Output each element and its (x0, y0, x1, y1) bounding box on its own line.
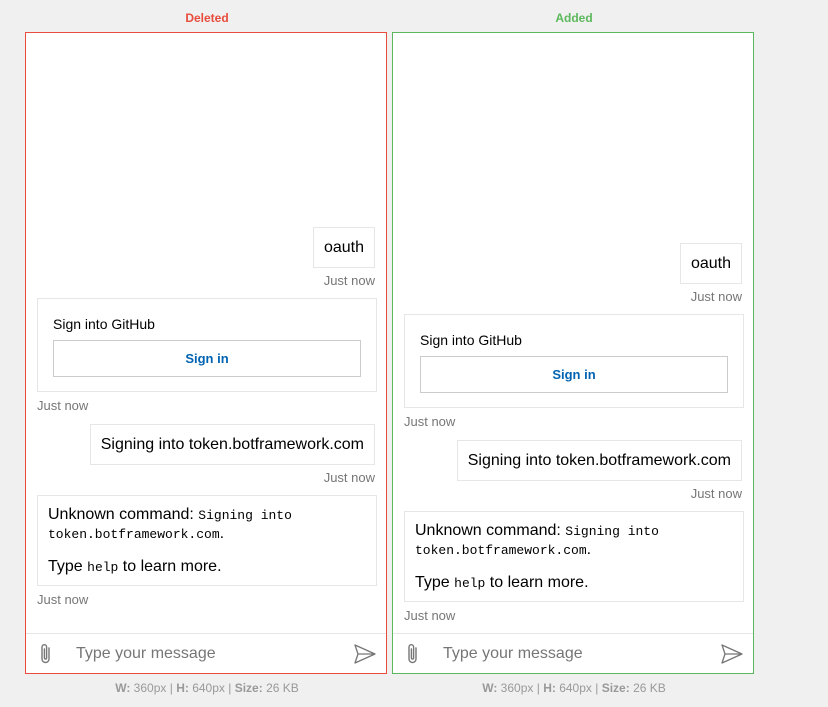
separator: | (166, 681, 177, 695)
bot-text: . (219, 525, 225, 542)
timestamp: Just now (404, 608, 456, 623)
chat-window: oauth Just now Sign into GitHub Sign in … (393, 33, 753, 673)
size-value: 26 KB (633, 681, 666, 695)
size-value: 26 KB (266, 681, 299, 695)
bot-message-bubble: Unknown command: Signing into token.botf… (404, 511, 744, 602)
timestamp: Just now (323, 470, 375, 485)
sign-in-button[interactable]: Sign in (420, 356, 728, 393)
deleted-panel-title: Deleted (185, 11, 229, 25)
deleted-frame: oauth Just now Sign into GitHub Sign in … (25, 32, 387, 674)
width-value: 360 (133, 681, 154, 695)
timestamp: Just now (404, 414, 456, 429)
unit: px (579, 681, 592, 695)
bot-text: Unknown command: (48, 506, 199, 523)
bot-text: to learn more. (118, 558, 222, 575)
paperclip-icon[interactable] (38, 643, 54, 665)
separator: | (591, 681, 602, 695)
height-label: H: (543, 681, 556, 695)
bot-text: Unknown command: (415, 522, 566, 539)
height-label: H: (176, 681, 189, 695)
height-value: 640 (192, 681, 213, 695)
message-input[interactable] (76, 640, 346, 668)
timestamp: Just now (37, 592, 89, 607)
bot-text: to learn more. (485, 574, 589, 591)
unit: px (153, 681, 167, 695)
added-panel-title: Added (555, 11, 593, 25)
bot-text: Type (415, 574, 455, 591)
timestamp: Just now (690, 289, 742, 304)
unit: px (520, 681, 534, 695)
bot-code: help (87, 560, 119, 575)
user-message-bubble: oauth (312, 227, 375, 268)
send-icon[interactable] (721, 644, 743, 664)
send-icon[interactable] (354, 644, 376, 664)
timestamp: Just now (37, 398, 89, 413)
paperclip-icon[interactable] (405, 643, 421, 665)
timestamp: Just now (323, 273, 375, 288)
user-message-bubble: Signing into token.botframework.com (456, 440, 742, 481)
oauth-card: Sign into GitHub Sign in (404, 314, 744, 408)
separator: | (224, 681, 235, 695)
user-message-bubble: oauth (679, 243, 742, 284)
width-label: W: (115, 681, 131, 695)
added-frame: oauth Just now Sign into GitHub Sign in … (392, 32, 754, 674)
bot-text: Type (48, 558, 88, 575)
card-title: Sign into GitHub (53, 316, 155, 332)
bot-message-bubble: Unknown command: Signing into token.botf… (37, 495, 377, 586)
unit: px (212, 681, 225, 695)
width-value: 360 (500, 681, 521, 695)
send-box (26, 633, 386, 673)
sign-in-button[interactable]: Sign in (53, 340, 361, 377)
separator: | (533, 681, 544, 695)
size-label: Size: (601, 681, 630, 695)
added-size-info: W: 360px | H: 640px | Size: 26 KB (392, 681, 756, 695)
deleted-size-info: W: 360px | H: 640px | Size: 26 KB (25, 681, 389, 695)
oauth-card: Sign into GitHub Sign in (37, 298, 377, 392)
height-value: 640 (559, 681, 580, 695)
size-label: Size: (234, 681, 263, 695)
user-message-bubble: Signing into token.botframework.com (89, 424, 375, 465)
send-box (393, 633, 753, 673)
timestamp: Just now (690, 486, 742, 501)
card-title: Sign into GitHub (420, 332, 522, 348)
bot-text: . (586, 541, 592, 558)
bot-code: help (454, 576, 486, 591)
message-input[interactable] (443, 640, 713, 668)
chat-window: oauth Just now Sign into GitHub Sign in … (26, 33, 386, 673)
width-label: W: (482, 681, 498, 695)
